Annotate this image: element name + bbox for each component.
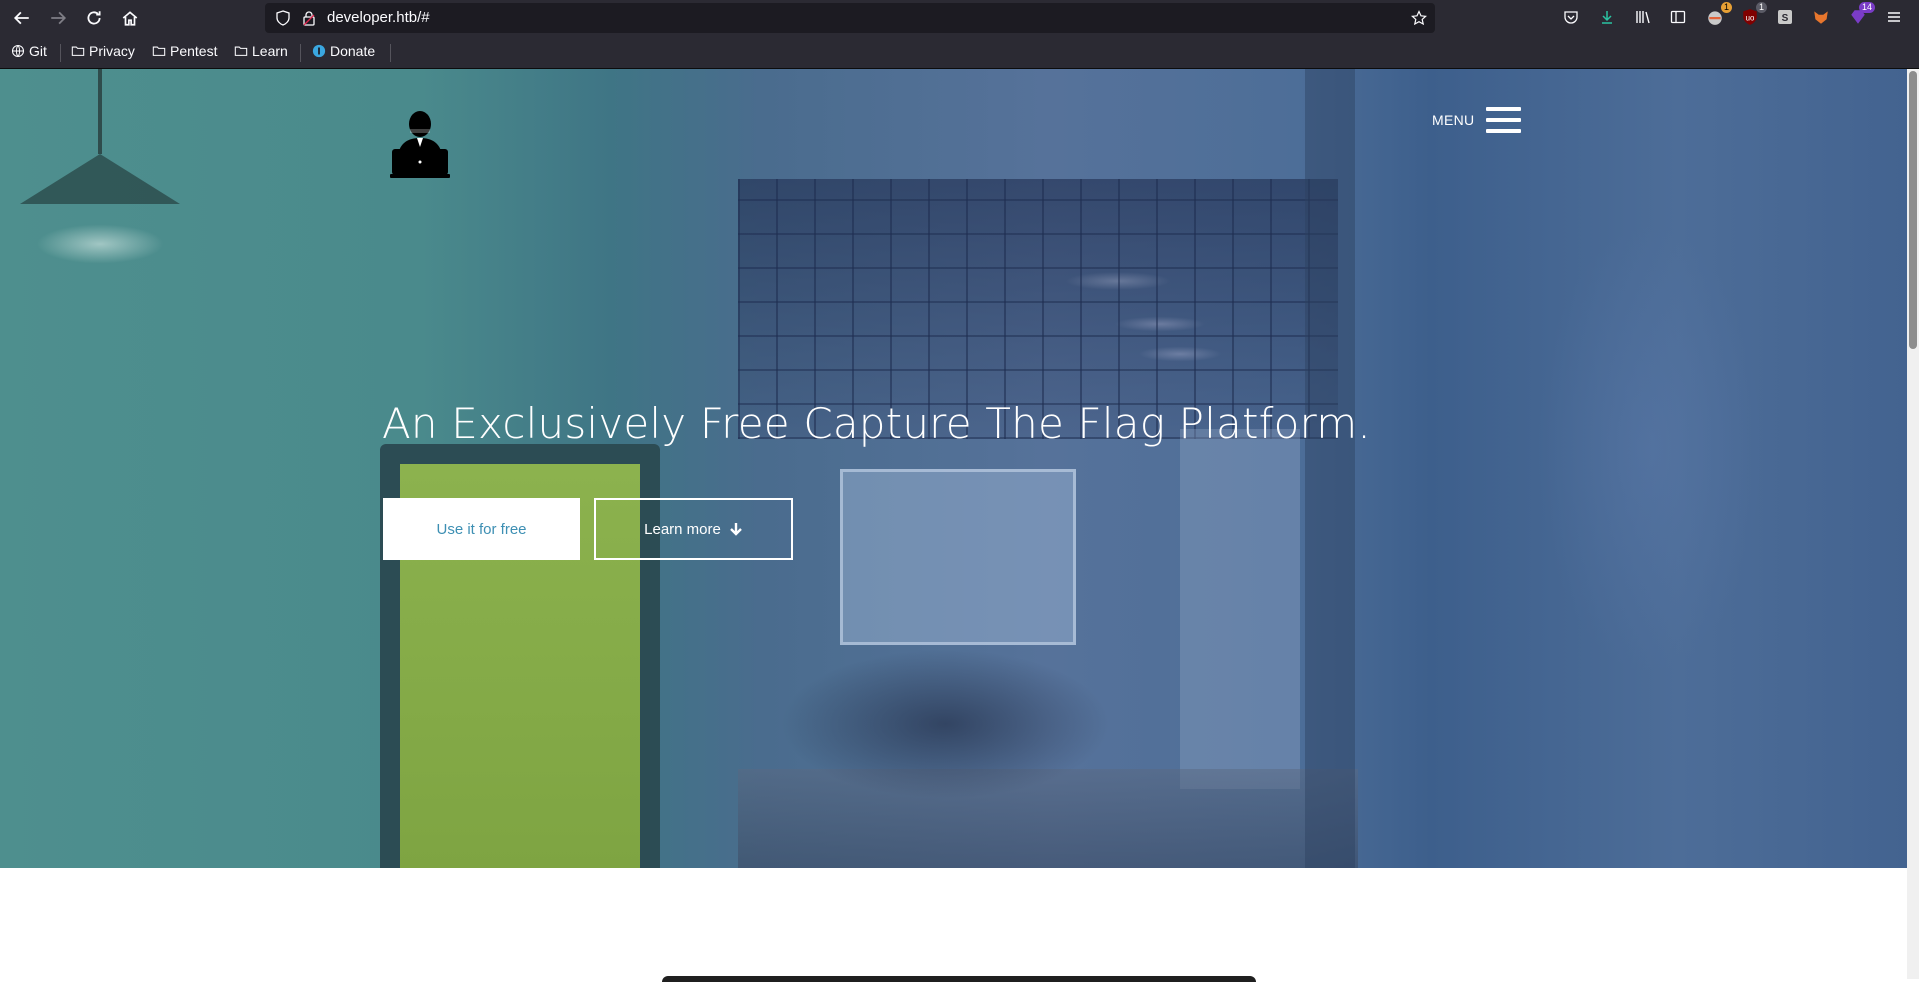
bookmark-label: Pentest [170,43,218,59]
bookmarks-toolbar: Git Privacy Pentest Learn Donate [0,40,1919,64]
url-bar[interactable]: developer.htb/# [265,3,1435,33]
bookmark-label: Donate [330,43,376,59]
app-menu-icon[interactable] [1884,7,1904,27]
sidebar-icon[interactable] [1668,7,1688,27]
hero-section: MENU An Exclusively Free Capture The Fla… [0,69,1907,868]
learn-more-label: Learn more [644,520,721,538]
background-window [840,469,1076,645]
bookmark-star-icon[interactable] [1411,10,1427,26]
globe-icon [11,44,25,58]
extension-gem-icon[interactable]: 14 [1848,2,1875,27]
lock-icon[interactable] [301,10,317,26]
content-section [0,868,1907,982]
scrollbar-thumb[interactable] [1909,71,1917,349]
ublock-icon[interactable]: uo 1 [1740,2,1767,27]
folder-icon [71,46,85,56]
reload-icon [87,11,101,25]
bookmark-git[interactable]: Git [11,43,47,59]
back-button[interactable] [10,6,34,30]
svg-text:S: S [1782,13,1789,24]
folder-icon [234,46,248,56]
pocket-icon[interactable] [1561,7,1581,27]
extension-gem-badge: 14 [1858,2,1875,13]
bookmark-separator [60,44,61,62]
foxyproxy-icon[interactable] [1811,7,1831,27]
donate-icon [312,44,326,58]
bookmark-separator [300,44,301,62]
hero-headline: An Exclusively Free Capture The Flag Pla… [382,399,1371,448]
browser-chrome: developer.htb/# 1 uo 1 S 14 Git Privacy … [0,0,1919,69]
ublock-badge: 1 [1755,2,1767,13]
arrow-down-icon [730,523,742,536]
forward-button[interactable] [46,6,70,30]
background-lamp [20,154,180,204]
extension-badge: 1 [1720,2,1732,13]
learn-more-button[interactable]: Learn more [594,498,793,560]
bookmark-separator [390,44,391,62]
home-icon [122,11,138,26]
forward-arrow-icon [51,11,67,25]
background-pillar [1305,69,1355,868]
hamburger-icon [1486,107,1522,133]
reload-button[interactable] [82,6,106,30]
bookmark-label: Learn [252,43,288,59]
svg-text:uo: uo [1746,13,1755,22]
home-button[interactable] [118,6,142,30]
bookmark-folder-privacy[interactable]: Privacy [71,43,135,59]
page-scrollbar[interactable] [1907,69,1919,979]
background-wall [1180,429,1300,789]
download-icon[interactable] [1597,7,1617,27]
url-text[interactable]: developer.htb/# [327,3,430,33]
background-lamp-rod [98,69,102,154]
bookmark-label: Git [29,43,47,59]
shield-icon[interactable] [275,10,291,26]
bookmark-label: Privacy [89,43,135,59]
extension-s-icon[interactable]: S [1775,7,1795,27]
bookmark-folder-learn[interactable]: Learn [234,43,288,59]
menu-toggle[interactable]: MENU [1432,107,1522,133]
extension-cookie-icon[interactable]: 1 [1705,2,1732,27]
background-people [780,649,1110,799]
bookmark-folder-pentest[interactable]: Pentest [152,43,217,59]
use-free-button[interactable]: Use it for free [383,498,580,560]
menu-label: MENU [1432,112,1475,128]
library-icon[interactable] [1633,7,1653,27]
bookmark-donate[interactable]: Donate [312,43,375,59]
back-arrow-icon [13,11,29,25]
folder-icon [152,46,166,56]
content-card-edge [662,976,1256,982]
hacker-logo-icon[interactable] [390,107,450,179]
